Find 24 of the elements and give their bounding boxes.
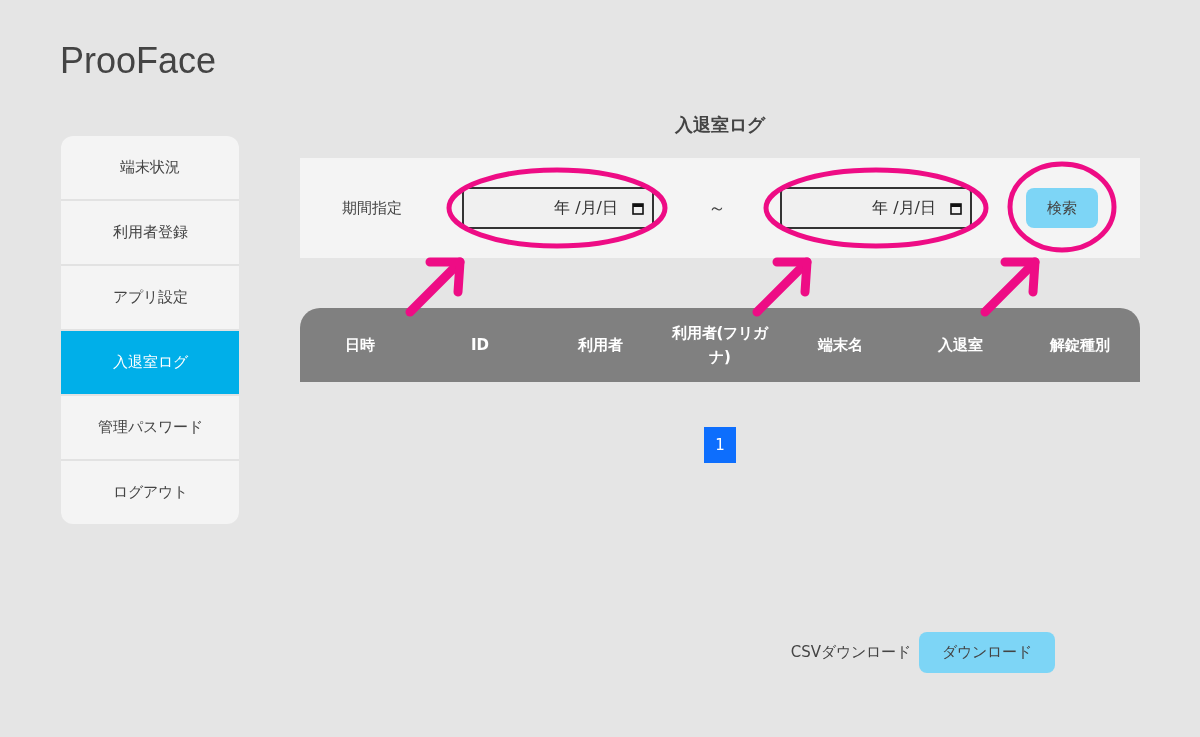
date-field[interactable]: 年 /月/日 — [780, 187, 972, 229]
sidebar-item[interactable]: 利用者登録 — [61, 201, 239, 264]
sidebar-item[interactable]: アプリ設定 — [61, 266, 239, 329]
column-header: 利用者 — [576, 335, 624, 356]
column-header: 入退室 — [936, 335, 984, 356]
column-header: 解錠種別 — [1049, 335, 1111, 356]
range-separator: ～ — [707, 196, 727, 220]
search-button[interactable]: 検索 — [1026, 188, 1098, 228]
download-button[interactable]: ダウンロード — [919, 632, 1055, 673]
column-header: 端末名 — [816, 335, 864, 356]
calendar-icon[interactable] — [632, 201, 644, 215]
period-label: 期間指定 — [342, 198, 403, 218]
column-header: 日時 — [344, 335, 376, 356]
csv-label: CSVダウンロード — [790, 643, 911, 662]
sidebar-item[interactable]: ログアウト — [61, 461, 239, 524]
page-title: 入退室ログ — [675, 113, 765, 137]
column-header: 利用者(フリガナ) — [670, 323, 770, 368]
sidebar-item[interactable]: 端末状況 — [61, 136, 239, 199]
app-logo: ProoFace — [60, 40, 217, 82]
page-button[interactable]: 1 — [704, 427, 736, 463]
column-header: ID — [469, 335, 490, 356]
calendar-icon[interactable] — [950, 201, 962, 215]
sidebar-item[interactable]: 管理パスワード — [61, 396, 239, 459]
date-field[interactable]: 年 /月/日 — [462, 187, 654, 229]
